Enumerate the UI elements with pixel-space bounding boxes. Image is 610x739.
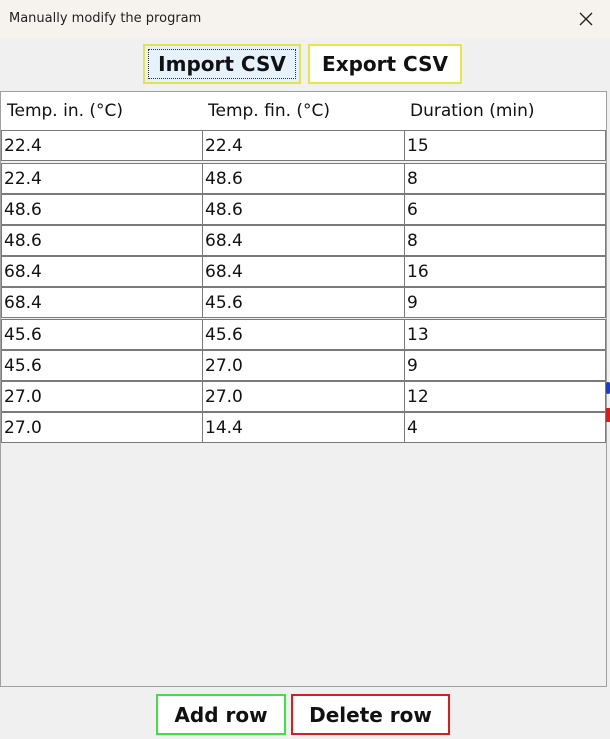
table-row: 68.4 68.4 16 xyxy=(1,256,606,287)
temp-in-cell[interactable]: 48.6 xyxy=(1,194,203,225)
temp-fin-cell[interactable]: 27.0 xyxy=(202,381,405,412)
duration-cell[interactable]: 15 xyxy=(404,130,606,161)
temp-fin-cell[interactable]: 68.4 xyxy=(202,256,405,287)
temp-fin-cell[interactable]: 45.6 xyxy=(202,319,405,350)
temp-in-cell[interactable]: 27.0 xyxy=(1,412,203,443)
temp-in-cell[interactable]: 45.6 xyxy=(1,350,203,381)
temp-fin-cell[interactable]: 45.6 xyxy=(202,287,405,318)
temp-fin-cell[interactable]: 27.0 xyxy=(202,350,405,381)
duration-cell[interactable]: 8 xyxy=(404,225,606,256)
temp-in-cell[interactable]: 48.6 xyxy=(1,225,203,256)
column-header-duration[interactable]: Duration (min) xyxy=(404,92,606,130)
add-row-button[interactable]: Add row xyxy=(156,694,286,735)
background-window-edge xyxy=(606,408,610,422)
duration-cell[interactable]: 9 xyxy=(404,287,606,318)
temp-fin-cell[interactable]: 48.6 xyxy=(202,194,405,225)
temp-fin-cell[interactable]: 48.6 xyxy=(202,163,405,194)
table-header: Temp. in. (°C) Temp. fin. (°C) Duration … xyxy=(1,92,606,130)
temp-fin-cell[interactable]: 14.4 xyxy=(202,412,405,443)
duration-cell[interactable]: 9 xyxy=(404,350,606,381)
title-bar: Manually modify the program xyxy=(0,0,610,38)
table-row: 45.6 45.6 13 xyxy=(1,319,606,350)
temp-in-cell[interactable]: 68.4 xyxy=(1,287,203,318)
column-header-temp-in[interactable]: Temp. in. (°C) xyxy=(1,92,203,130)
delete-row-button[interactable]: Delete row xyxy=(291,694,450,735)
close-button[interactable] xyxy=(574,7,598,31)
table-row: 45.6 27.0 9 xyxy=(1,350,606,381)
table-row: 27.0 14.4 4 xyxy=(1,412,606,443)
window-title: Manually modify the program xyxy=(9,11,202,26)
duration-cell[interactable]: 16 xyxy=(404,256,606,287)
delete-row-label: Delete row xyxy=(309,702,432,727)
table-row: 22.4 48.6 8 xyxy=(1,163,606,194)
program-table: Temp. in. (°C) Temp. fin. (°C) Duration … xyxy=(0,91,607,687)
duration-cell[interactable]: 8 xyxy=(404,163,606,194)
duration-cell[interactable]: 13 xyxy=(404,319,606,350)
close-icon xyxy=(579,12,593,26)
temp-fin-cell[interactable]: 22.4 xyxy=(202,130,405,161)
temp-fin-cell[interactable]: 68.4 xyxy=(202,225,405,256)
table-row: 48.6 68.4 8 xyxy=(1,225,606,256)
temp-in-cell[interactable]: 68.4 xyxy=(1,256,203,287)
duration-cell[interactable]: 6 xyxy=(404,194,606,225)
column-header-temp-fin[interactable]: Temp. fin. (°C) xyxy=(202,92,405,130)
table-row: 68.4 45.6 9 xyxy=(1,287,606,318)
import-csv-label: Import CSV xyxy=(158,52,286,76)
table-row: 48.6 48.6 6 xyxy=(1,194,606,225)
duration-cell[interactable]: 4 xyxy=(404,412,606,443)
import-csv-button[interactable]: Import CSV xyxy=(143,44,301,84)
export-csv-label: Export CSV xyxy=(322,52,448,76)
background-window-edge xyxy=(606,382,610,394)
temp-in-cell[interactable]: 27.0 xyxy=(1,381,203,412)
table-row: 22.4 22.4 15 xyxy=(1,130,606,161)
export-csv-button[interactable]: Export CSV xyxy=(308,44,462,84)
temp-in-cell[interactable]: 22.4 xyxy=(1,163,203,194)
add-row-label: Add row xyxy=(174,702,268,727)
duration-cell[interactable]: 12 xyxy=(404,381,606,412)
temp-in-cell[interactable]: 45.6 xyxy=(1,319,203,350)
temp-in-cell[interactable]: 22.4 xyxy=(1,130,203,161)
table-row: 27.0 27.0 12 xyxy=(1,381,606,412)
